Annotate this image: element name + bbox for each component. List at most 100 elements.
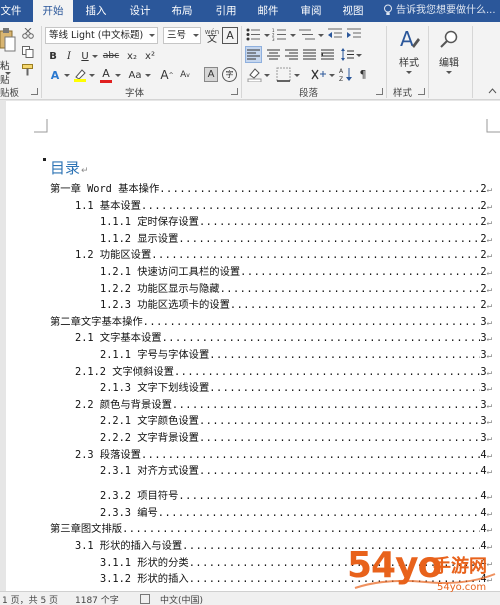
clear-format-button[interactable]: A: [222, 27, 238, 44]
copy-icon[interactable]: [22, 46, 34, 58]
change-case-button[interactable]: Aa: [125, 67, 145, 83]
phonetic-guide-button[interactable]: wén 文: [204, 26, 220, 45]
tab-layout[interactable]: 布局: [164, 0, 200, 22]
return-mark: ↵: [486, 317, 492, 328]
bullets-icon[interactable]: [246, 28, 264, 41]
editing-dropdown-icon[interactable]: [446, 71, 452, 74]
toc-entry[interactable]: 2.1.1 字号与字体设置...........................…: [100, 346, 492, 362]
paste-dropdown-icon[interactable]: [5, 72, 11, 75]
styles-label[interactable]: 样式: [394, 54, 424, 69]
cut-icon[interactable]: [22, 28, 34, 39]
show-marks-button[interactable]: ¶: [357, 67, 369, 82]
increase-indent-icon[interactable]: [347, 28, 361, 41]
toc-entry[interactable]: 2.1.2 文字倾斜设置............................…: [75, 363, 492, 379]
status-language[interactable]: 中文(中国): [160, 593, 203, 605]
bold-button[interactable]: B: [46, 48, 60, 64]
toc-entry[interactable]: 2.3.1 对齐方式设置............................…: [100, 462, 492, 478]
line-spacing-icon[interactable]: [340, 47, 355, 62]
tab-references[interactable]: 引用: [208, 0, 244, 22]
strikethrough-button[interactable]: abc: [100, 48, 122, 64]
tab-review[interactable]: 审阅: [293, 0, 329, 22]
font-size-dropdown-icon[interactable]: [193, 34, 199, 37]
decrease-indent-icon[interactable]: [328, 28, 342, 41]
chinese-layout-dropdown-icon[interactable]: [329, 74, 335, 77]
borders-dropdown-icon[interactable]: [294, 74, 300, 77]
numbering-icon[interactable]: 123: [272, 28, 290, 41]
bullets-dropdown-icon[interactable]: [264, 34, 270, 37]
highlight-icon[interactable]: [73, 68, 87, 82]
borders-icon[interactable]: [276, 67, 291, 82]
editing-label[interactable]: 编辑: [434, 54, 464, 69]
toc-entry[interactable]: 2.2 颜色与背景设置.............................…: [75, 396, 492, 412]
distributed-icon[interactable]: [320, 47, 335, 62]
tab-mailings[interactable]: 邮件: [250, 0, 286, 22]
tab-home[interactable]: 开始: [33, 0, 73, 22]
enclose-characters-button[interactable]: 字: [222, 67, 237, 82]
search-icon[interactable]: [438, 28, 460, 50]
italic-button[interactable]: I: [62, 48, 76, 64]
toc-entry[interactable]: 1.2.2 功能区显示与隐藏..........................…: [100, 280, 492, 296]
superscript-button[interactable]: x²: [142, 48, 158, 64]
text-effects-dropdown-icon[interactable]: [64, 74, 70, 77]
tab-file[interactable]: 文件: [0, 0, 22, 22]
line-spacing-dropdown-icon[interactable]: [356, 54, 362, 57]
text-effects-button[interactable]: A: [46, 67, 64, 83]
toc-leader-dots: ........................................…: [198, 415, 481, 428]
char-shading-button[interactable]: A: [204, 67, 218, 82]
toc-entry[interactable]: 1.1.2 显示设置..............................…: [100, 230, 492, 246]
toc-entry[interactable]: 2.3.2 项目符号..............................…: [100, 487, 492, 503]
align-right-icon[interactable]: [284, 47, 299, 62]
shading-icon[interactable]: [247, 67, 262, 82]
toc-entry[interactable]: 2.2.1 文字颜色设置............................…: [100, 412, 492, 428]
toc-entry[interactable]: 2.1 文字基本设置..............................…: [75, 329, 492, 345]
toc-entry[interactable]: 1.2.3 功能区选项卡的设置.........................…: [100, 296, 492, 312]
underline-button[interactable]: U: [78, 48, 92, 64]
paragraph-launcher-icon[interactable]: [376, 88, 383, 95]
shrink-font-button[interactable]: Av: [178, 67, 192, 83]
font-name-input[interactable]: 等线 Light (中文标题): [45, 27, 158, 44]
paste-icon[interactable]: [0, 28, 16, 54]
toc-entry[interactable]: 第一章 Word 基本操作...........................…: [50, 180, 492, 196]
toc-entry[interactable]: 2.3 段落设置................................…: [75, 446, 492, 462]
tab-view[interactable]: 视图: [335, 0, 371, 22]
font-color-dropdown-icon[interactable]: [115, 74, 121, 77]
styles-dropdown-icon[interactable]: [406, 71, 412, 74]
status-page[interactable]: 1 页，共 5 页: [2, 593, 58, 605]
status-word-count[interactable]: 1187 个字: [75, 593, 119, 605]
align-left-button[interactable]: [245, 46, 262, 63]
font-launcher-icon[interactable]: [231, 88, 238, 95]
highlight-dropdown-icon[interactable]: [89, 74, 95, 77]
grow-font-button[interactable]: A ^: [160, 67, 174, 83]
numbering-dropdown-icon[interactable]: [290, 34, 296, 37]
collapse-ribbon-icon[interactable]: [488, 88, 497, 94]
underline-dropdown-icon[interactable]: [92, 55, 98, 58]
multilevel-dropdown-icon[interactable]: [318, 34, 324, 37]
change-case-dropdown-icon[interactable]: [145, 74, 151, 77]
document-page[interactable]: 目录↵ 第一章 Word 基本操作.......................…: [6, 101, 500, 591]
proofing-icon[interactable]: [140, 594, 150, 604]
toc-entry[interactable]: 2.3.3 编号................................…: [100, 504, 492, 520]
subscript-button[interactable]: x₂: [124, 48, 140, 64]
toc-entry[interactable]: 第二章文字基本操作...............................…: [50, 313, 492, 329]
styles-icon[interactable]: A: [398, 26, 420, 52]
toc-entry[interactable]: 2.2.2 文字背景设置............................…: [100, 429, 492, 445]
shading-dropdown-icon[interactable]: [264, 74, 270, 77]
toc-entry[interactable]: 1.2 功能区设置...............................…: [75, 246, 492, 262]
chinese-layout-icon[interactable]: [310, 67, 328, 82]
toc-entry[interactable]: 2.1.3 文字下划线设置...........................…: [100, 379, 492, 395]
tell-me-box[interactable]: 告诉我您想要做什么...: [383, 0, 496, 22]
toc-entry[interactable]: 1.1.1 定时保存设置............................…: [100, 213, 492, 229]
toc-entry[interactable]: 1.2.1 快速访问工具栏的设置........................…: [100, 263, 492, 279]
toc-entry[interactable]: 1.1 基本设置................................…: [75, 197, 492, 213]
tab-design[interactable]: 设计: [122, 0, 158, 22]
align-center-icon[interactable]: [266, 47, 281, 62]
justify-icon[interactable]: [302, 47, 317, 62]
styles-launcher-icon[interactable]: [418, 88, 425, 95]
format-painter-icon[interactable]: [22, 64, 35, 76]
multilevel-list-icon[interactable]: [299, 28, 317, 41]
font-name-dropdown-icon[interactable]: [149, 34, 155, 37]
font-color-button[interactable]: A: [99, 66, 113, 81]
clipboard-launcher-icon[interactable]: [31, 88, 38, 95]
tab-insert[interactable]: 插入: [78, 0, 114, 22]
sort-icon[interactable]: AZ: [339, 67, 353, 82]
